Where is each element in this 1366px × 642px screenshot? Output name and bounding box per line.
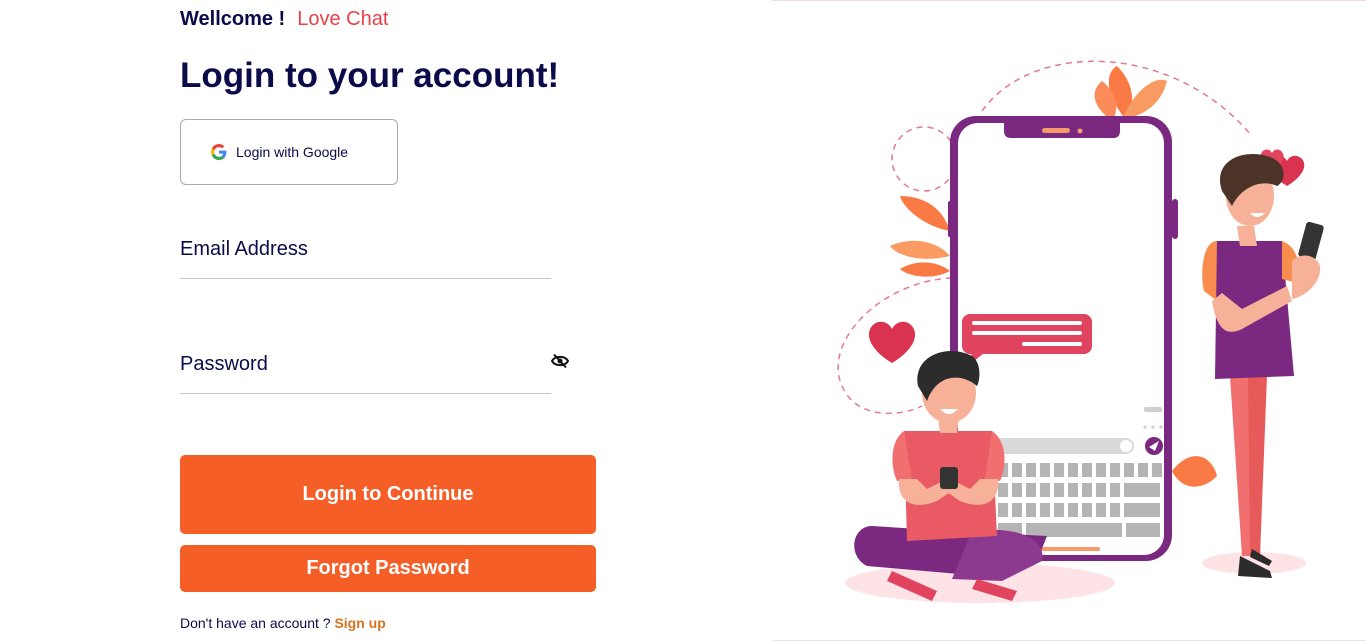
welcome-header: Wellcome ! Love Chat — [180, 8, 388, 31]
login-button[interactable]: Login to Continue — [180, 455, 596, 534]
google-icon — [211, 144, 227, 160]
signup-prompt: Don't have an account ? Sign up — [180, 615, 386, 631]
login-panel: Wellcome ! Love Chat Login to your accoun… — [0, 0, 772, 641]
email-field[interactable]: Email Address — [180, 228, 555, 280]
signup-prompt-text: Don't have an account ? — [180, 615, 331, 631]
chat-illustration — [837, 60, 1324, 603]
brand-name: Love Chat — [297, 8, 389, 30]
password-field[interactable]: Password — [180, 343, 555, 395]
google-login-label: Login with Google — [236, 144, 349, 160]
forgot-password-button[interactable]: Forgot Password — [180, 545, 596, 592]
email-input[interactable] — [180, 228, 555, 280]
password-input[interactable] — [180, 343, 555, 395]
welcome-text: Wellcome ! — [180, 8, 286, 30]
illustration-panel — [772, 0, 1366, 641]
page-title: Login to your account! — [180, 56, 560, 95]
signup-link[interactable]: Sign up — [334, 615, 385, 631]
google-login-button[interactable]: Login with Google — [180, 119, 398, 185]
eye-slash-icon[interactable] — [550, 353, 570, 369]
